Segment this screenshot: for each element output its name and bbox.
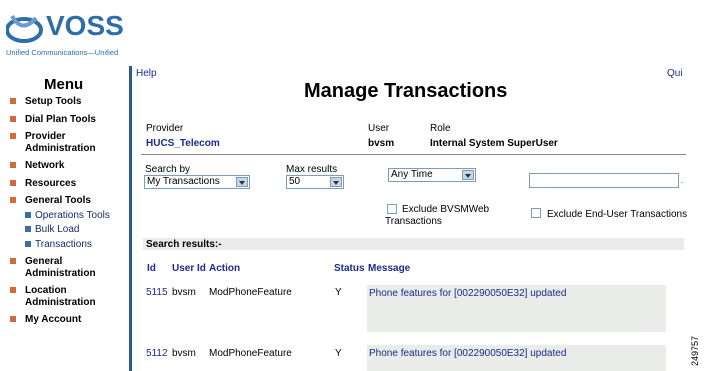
- menu-item-provider-administration[interactable]: Provider Administration: [0, 131, 100, 154]
- menu-item-general-administration[interactable]: General Administration: [0, 256, 100, 279]
- results-bar: [143, 238, 684, 250]
- exclude-enduser-label: Exclude End-User Transactions: [547, 209, 688, 220]
- logo-tagline: Unified Communications—Unified: [6, 48, 119, 57]
- page-title: Manage Transactions: [304, 80, 508, 102]
- col-status-header: Status: [334, 263, 365, 274]
- quick-link[interactable]: Qui: [667, 68, 683, 79]
- bullet-icon: [10, 258, 16, 264]
- menu-divider: [129, 66, 132, 371]
- user-value: bvsm: [368, 138, 395, 149]
- row-id-link[interactable]: 5115: [146, 287, 168, 298]
- row-status: Y: [335, 287, 342, 298]
- menu-list: Setup Tools Dial Plan Tools Provider Adm…: [0, 96, 128, 326]
- menu-item-network[interactable]: Network: [0, 160, 128, 172]
- menu-item-operations-tools[interactable]: Operations Tools: [0, 210, 128, 222]
- menu-title: Menu: [44, 76, 84, 93]
- menu-item-general-tools[interactable]: General Tools: [0, 195, 128, 207]
- row-user: bvsm: [172, 348, 196, 359]
- col-message-header: Message: [368, 263, 411, 274]
- col-id-header: Id: [147, 263, 156, 274]
- menu-item-bulk-load[interactable]: Bulk Load: [0, 224, 128, 236]
- bullet-icon: [10, 115, 16, 122]
- max-results-select[interactable]: 50: [286, 175, 344, 189]
- exclude-bvsmweb-label: Exclude BVSMWeb Transactions: [385, 204, 490, 227]
- max-results-label: Max results: [286, 164, 338, 175]
- search-by-select[interactable]: My Transactions: [144, 175, 250, 189]
- bullet-icon: [10, 162, 16, 168]
- row-id-link[interactable]: 5112: [146, 348, 168, 359]
- role-label: Role: [430, 123, 451, 134]
- chevron-down-icon: [462, 170, 474, 180]
- provider-link[interactable]: HUCS_Telecom: [146, 138, 220, 149]
- row-action: ModPhoneFeature: [209, 348, 292, 359]
- row-message: Phone features for [002290050E32] update…: [369, 348, 567, 359]
- bullet-icon: [25, 240, 31, 247]
- chevron-down-icon: [330, 177, 342, 187]
- menu-item-location-administration[interactable]: Location Administration: [0, 285, 100, 308]
- bullet-icon: [10, 98, 16, 104]
- figure-number: 249757: [690, 335, 700, 366]
- row-user: bvsm: [172, 287, 196, 298]
- col-userid-header: User Id: [172, 263, 206, 274]
- row-message: Phone features for [002290050E32] update…: [369, 288, 567, 299]
- voss-logo: VOSS Unified Communications—Unified: [4, 6, 132, 60]
- trailing-dot: .: [681, 176, 684, 185]
- provider-label: Provider: [146, 123, 184, 134]
- exclude-enduser-checkbox[interactable]: [531, 208, 541, 218]
- left-menu: Menu Setup Tools Dial Plan Tools Provide…: [0, 66, 128, 371]
- voss-swoosh-icon: [6, 14, 43, 43]
- menu-item-my-account[interactable]: My Account: [0, 314, 128, 326]
- chevron-down-icon: [236, 177, 248, 187]
- bullet-icon: [10, 197, 16, 203]
- bullet-icon: [10, 133, 16, 139]
- time-range-select[interactable]: Any Time: [388, 168, 476, 182]
- row-status: Y: [335, 348, 342, 359]
- bullet-icon: [10, 287, 16, 293]
- bullet-icon: [10, 316, 16, 322]
- bullet-icon: [25, 211, 31, 218]
- col-action-header: Action: [209, 263, 241, 274]
- results-title: Search results:-: [146, 239, 222, 250]
- menu-item-resources[interactable]: Resources: [0, 178, 128, 190]
- search-text-input[interactable]: [529, 173, 679, 188]
- row-action: ModPhoneFeature: [209, 287, 292, 298]
- search-by-label: Search by: [145, 164, 191, 175]
- bullet-icon: [10, 179, 16, 186]
- bullet-icon: [25, 226, 31, 232]
- menu-item-setup-tools[interactable]: Setup Tools: [0, 96, 128, 108]
- separator: [141, 154, 686, 155]
- logo-wordmark: VOSS: [46, 10, 124, 41]
- help-link[interactable]: Help: [136, 68, 157, 79]
- role-value: Internal System SuperUser: [430, 138, 558, 149]
- menu-item-transactions[interactable]: Transactions: [0, 239, 128, 251]
- user-label: User: [368, 123, 390, 134]
- menu-item-dial-plan-tools[interactable]: Dial Plan Tools: [0, 114, 128, 126]
